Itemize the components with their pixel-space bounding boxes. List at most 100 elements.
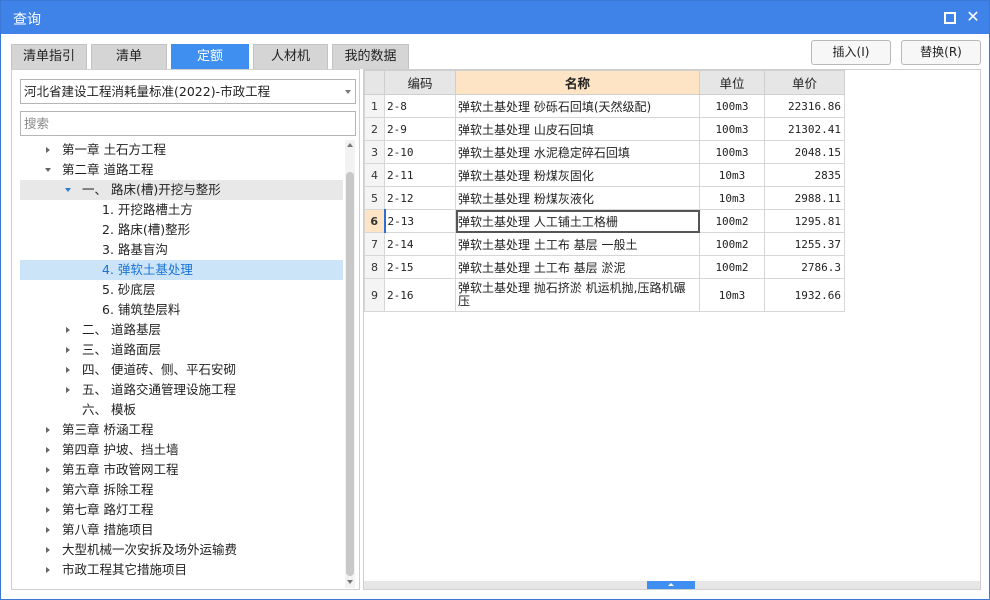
tree-item[interactable]: 第七章 路灯工程 — [20, 500, 343, 520]
cell-name[interactable]: 弹软土基处理 水泥稳定碎石回填 — [455, 140, 700, 164]
cell-name[interactable]: 弹软土基处理 粉煤灰固化 — [455, 163, 700, 187]
cell-name[interactable]: 弹软土基处理 人工铺土工格栅 — [455, 209, 700, 233]
tab-quota[interactable]: 定额 — [171, 44, 249, 69]
collapse-icon[interactable] — [65, 188, 71, 192]
tab-bill[interactable]: 清单 — [91, 44, 167, 69]
table-row[interactable]: 1 2-8 弹软土基处理 砂砾石回填(天然级配) 100m3 22316.86 — [364, 94, 845, 118]
search-input[interactable]: 搜索 — [20, 111, 356, 136]
table-row[interactable]: 4 2-11 弹软土基处理 粉煤灰固化 10m3 2835 — [364, 163, 845, 187]
cell-code[interactable]: 2-10 — [384, 140, 456, 164]
cell-price[interactable]: 1295.81 — [764, 209, 845, 233]
expand-icon[interactable] — [66, 327, 70, 333]
expand-icon[interactable] — [66, 367, 70, 373]
cell-code[interactable]: 2-16 — [384, 278, 456, 312]
cell-unit[interactable]: 10m3 — [699, 186, 765, 210]
cell-price[interactable]: 21302.41 — [764, 117, 845, 141]
tree-item[interactable]: 1. 开挖路槽土方 — [20, 200, 343, 220]
column-header-name[interactable]: 名称 — [455, 70, 700, 95]
table-row[interactable]: 2 2-9 弹软土基处理 山皮石回填 100m3 21302.41 — [364, 117, 845, 141]
cell-code[interactable]: 2-11 — [384, 163, 456, 187]
cell-unit[interactable]: 100m2 — [699, 209, 765, 233]
replace-button[interactable]: 替换(R) — [901, 40, 981, 65]
table-row-current[interactable]: 6 2-13 弹软土基处理 人工铺土工格栅 100m2 1295.81 — [364, 209, 845, 233]
table-row[interactable]: 9 2-16 弹软土基处理 抛石挤淤 机运机抛,压路机碾压 10m3 1932.… — [364, 278, 845, 312]
tree-item[interactable]: 5. 砂底层 — [20, 280, 343, 300]
cell-unit[interactable]: 10m3 — [699, 163, 765, 187]
tab-labor-material[interactable]: 人材机 — [253, 44, 328, 69]
cell-price[interactable]: 2786.3 — [764, 255, 845, 279]
tab-bill-guide[interactable]: 清单指引 — [11, 44, 87, 69]
tree-item[interactable]: 2. 路床(槽)整形 — [20, 220, 343, 240]
horizontal-scrollbar[interactable] — [364, 581, 980, 589]
close-icon[interactable]: ✕ — [965, 9, 981, 25]
tree-item[interactable]: 第四章 护坡、挡土墙 — [20, 440, 343, 460]
column-header-price[interactable]: 单价 — [764, 70, 845, 95]
cell-price[interactable]: 2835 — [764, 163, 845, 187]
tree-item[interactable]: 第八章 措施项目 — [20, 520, 343, 540]
cell-price[interactable]: 1255.37 — [764, 232, 845, 256]
expand-icon[interactable] — [46, 527, 50, 533]
cell-code[interactable]: 2-13 — [383, 209, 456, 233]
expand-icon[interactable] — [46, 467, 50, 473]
tree-item[interactable]: 二、 道路基层 — [20, 320, 343, 340]
tree-item[interactable]: 第六章 拆除工程 — [20, 480, 343, 500]
collapse-icon[interactable] — [45, 168, 51, 172]
cell-name[interactable]: 弹软土基处理 土工布 基层 一般土 — [455, 232, 700, 256]
cell-unit[interactable]: 100m3 — [699, 140, 765, 164]
cell-price[interactable]: 1932.66 — [764, 278, 845, 312]
tree-item[interactable]: 四、 便道砖、侧、平石安砌 — [20, 360, 343, 380]
expand-icon[interactable] — [46, 547, 50, 553]
cell-code[interactable]: 2-9 — [384, 117, 456, 141]
expand-icon[interactable] — [46, 447, 50, 453]
cell-unit[interactable]: 100m2 — [699, 255, 765, 279]
tree-item[interactable]: 3. 路基盲沟 — [20, 240, 343, 260]
cell-name[interactable]: 弹软土基处理 土工布 基层 淤泥 — [455, 255, 700, 279]
tree-item[interactable]: 五、 道路交通管理设施工程 — [20, 380, 343, 400]
column-header-code[interactable]: 编码 — [384, 70, 456, 95]
table-row[interactable]: 7 2-14 弹软土基处理 土工布 基层 一般土 100m2 1255.37 — [364, 232, 845, 256]
library-select[interactable]: 河北省建设工程消耗量标准(2022)-市政工程 — [20, 79, 356, 104]
tree-item[interactable]: 第五章 市政管网工程 — [20, 460, 343, 480]
tree-item[interactable]: 一、 路床(槽)开挖与整形 — [20, 180, 343, 200]
tree-item[interactable]: 第三章 桥涵工程 — [20, 420, 343, 440]
tree-item[interactable]: 6. 铺筑垫层料 — [20, 300, 343, 320]
column-header-unit[interactable]: 单位 — [699, 70, 765, 95]
scroll-up-icon[interactable] — [347, 143, 353, 147]
cell-name[interactable]: 弹软土基处理 砂砾石回填(天然级配) — [455, 94, 700, 118]
table-row[interactable]: 8 2-15 弹软土基处理 土工布 基层 淤泥 100m2 2786.3 — [364, 255, 845, 279]
cell-unit[interactable]: 10m3 — [699, 278, 765, 312]
insert-button[interactable]: 插入(I) — [811, 40, 891, 65]
table-row[interactable]: 5 2-12 弹软土基处理 粉煤灰液化 10m3 2988.11 — [364, 186, 845, 210]
tree-item-selected[interactable]: 4. 弹软土基处理 — [20, 260, 343, 280]
cell-unit[interactable]: 100m2 — [699, 232, 765, 256]
cell-price[interactable]: 22316.86 — [764, 94, 845, 118]
cell-unit[interactable]: 100m3 — [699, 94, 765, 118]
cell-code[interactable]: 2-15 — [384, 255, 456, 279]
cell-code[interactable]: 2-14 — [384, 232, 456, 256]
tree-item[interactable]: 市政工程其它措施项目 — [20, 560, 343, 580]
cell-code[interactable]: 2-12 — [384, 186, 456, 210]
tree-scrollbar[interactable] — [345, 140, 355, 588]
table-row[interactable]: 3 2-10 弹软土基处理 水泥稳定碎石回填 100m3 2048.15 — [364, 140, 845, 164]
chevron-up-icon[interactable] — [647, 581, 695, 589]
tree-item[interactable]: 第一章 土石方工程 — [20, 140, 343, 160]
cell-price[interactable]: 2988.11 — [764, 186, 845, 210]
expand-icon[interactable] — [46, 487, 50, 493]
cell-name[interactable]: 弹软土基处理 抛石挤淤 机运机抛,压路机碾压 — [455, 278, 700, 312]
cell-price[interactable]: 2048.15 — [764, 140, 845, 164]
cell-code[interactable]: 2-8 — [384, 94, 456, 118]
scroll-thumb[interactable] — [346, 172, 354, 576]
tree-item[interactable]: 六、 模板 — [20, 400, 343, 420]
expand-icon[interactable] — [46, 147, 50, 153]
scroll-down-icon[interactable] — [347, 580, 353, 584]
cell-unit[interactable]: 100m3 — [699, 117, 765, 141]
expand-icon[interactable] — [66, 387, 70, 393]
expand-icon[interactable] — [46, 567, 50, 573]
expand-icon[interactable] — [66, 347, 70, 353]
tree-item[interactable]: 大型机械一次安拆及场外运输费 — [20, 540, 343, 560]
cell-name[interactable]: 弹软土基处理 山皮石回填 — [455, 117, 700, 141]
tree-item[interactable]: 三、 道路面层 — [20, 340, 343, 360]
expand-icon[interactable] — [46, 427, 50, 433]
restore-icon[interactable] — [941, 9, 957, 25]
expand-icon[interactable] — [46, 507, 50, 513]
